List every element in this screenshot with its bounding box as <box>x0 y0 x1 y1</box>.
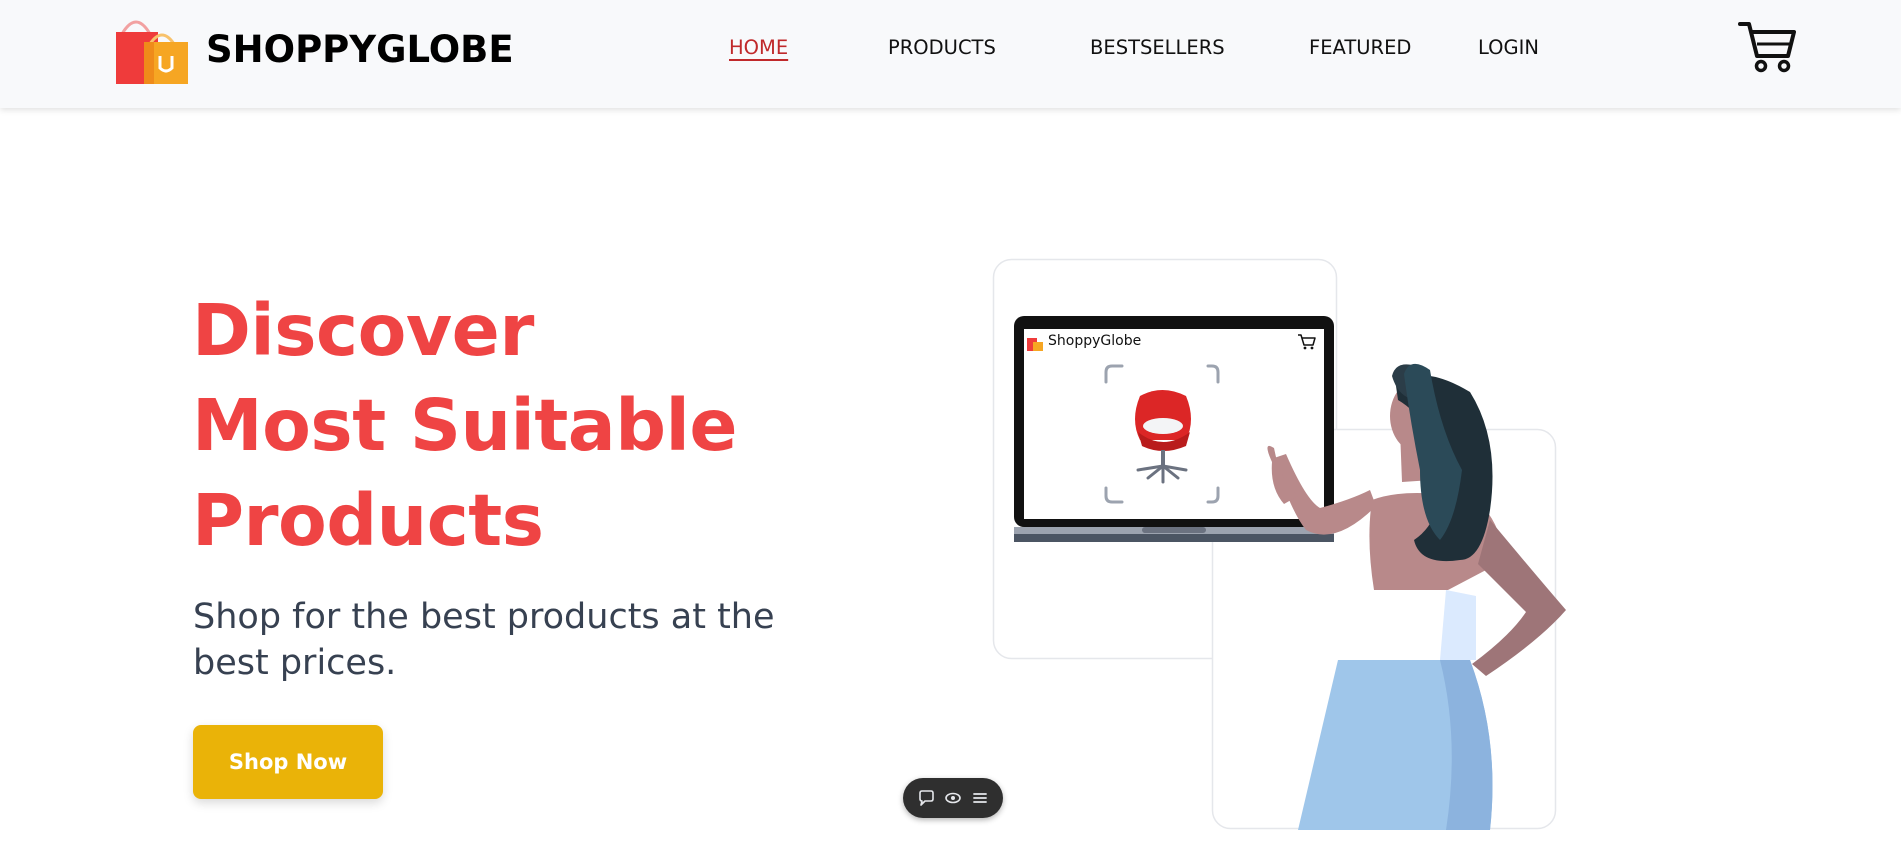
top-header: SHOPPYGLOBE HOME PRODUCTS BESTSELLERS FE… <box>0 0 1901 108</box>
laptop-brand: ShoppyGlobe <box>1048 333 1142 349</box>
nav-login[interactable]: LOGIN <box>1478 36 1539 59</box>
hero-title: Discover Most Suitable Products <box>192 283 738 568</box>
laptop-cart-icon <box>1298 334 1316 350</box>
hero-title-line: Products <box>192 479 544 562</box>
nav-products[interactable]: PRODUCTS <box>888 36 996 59</box>
comment-icon[interactable] <box>917 789 935 807</box>
brand[interactable]: SHOPPYGLOBE <box>114 12 514 86</box>
red-chair-icon <box>1135 390 1191 484</box>
nav-home[interactable]: HOME <box>729 36 788 59</box>
shopping-bags-icon <box>114 12 192 86</box>
nav-featured[interactable]: FEATURED <box>1309 36 1411 59</box>
brand-name: SHOPPYGLOBE <box>206 27 514 71</box>
cart-icon[interactable] <box>1738 20 1796 74</box>
nav-bestsellers[interactable]: BESTSELLERS <box>1090 36 1225 59</box>
menu-icon[interactable] <box>971 789 989 807</box>
eye-icon[interactable] <box>944 789 962 807</box>
floating-toolbar <box>903 778 1003 818</box>
hero-title-line: Discover <box>192 289 534 372</box>
hero-title-line: Most Suitable <box>192 384 738 467</box>
hero-subtitle: Shop for the best products at the best p… <box>193 597 775 683</box>
shop-now-button[interactable]: Shop Now <box>193 725 383 799</box>
